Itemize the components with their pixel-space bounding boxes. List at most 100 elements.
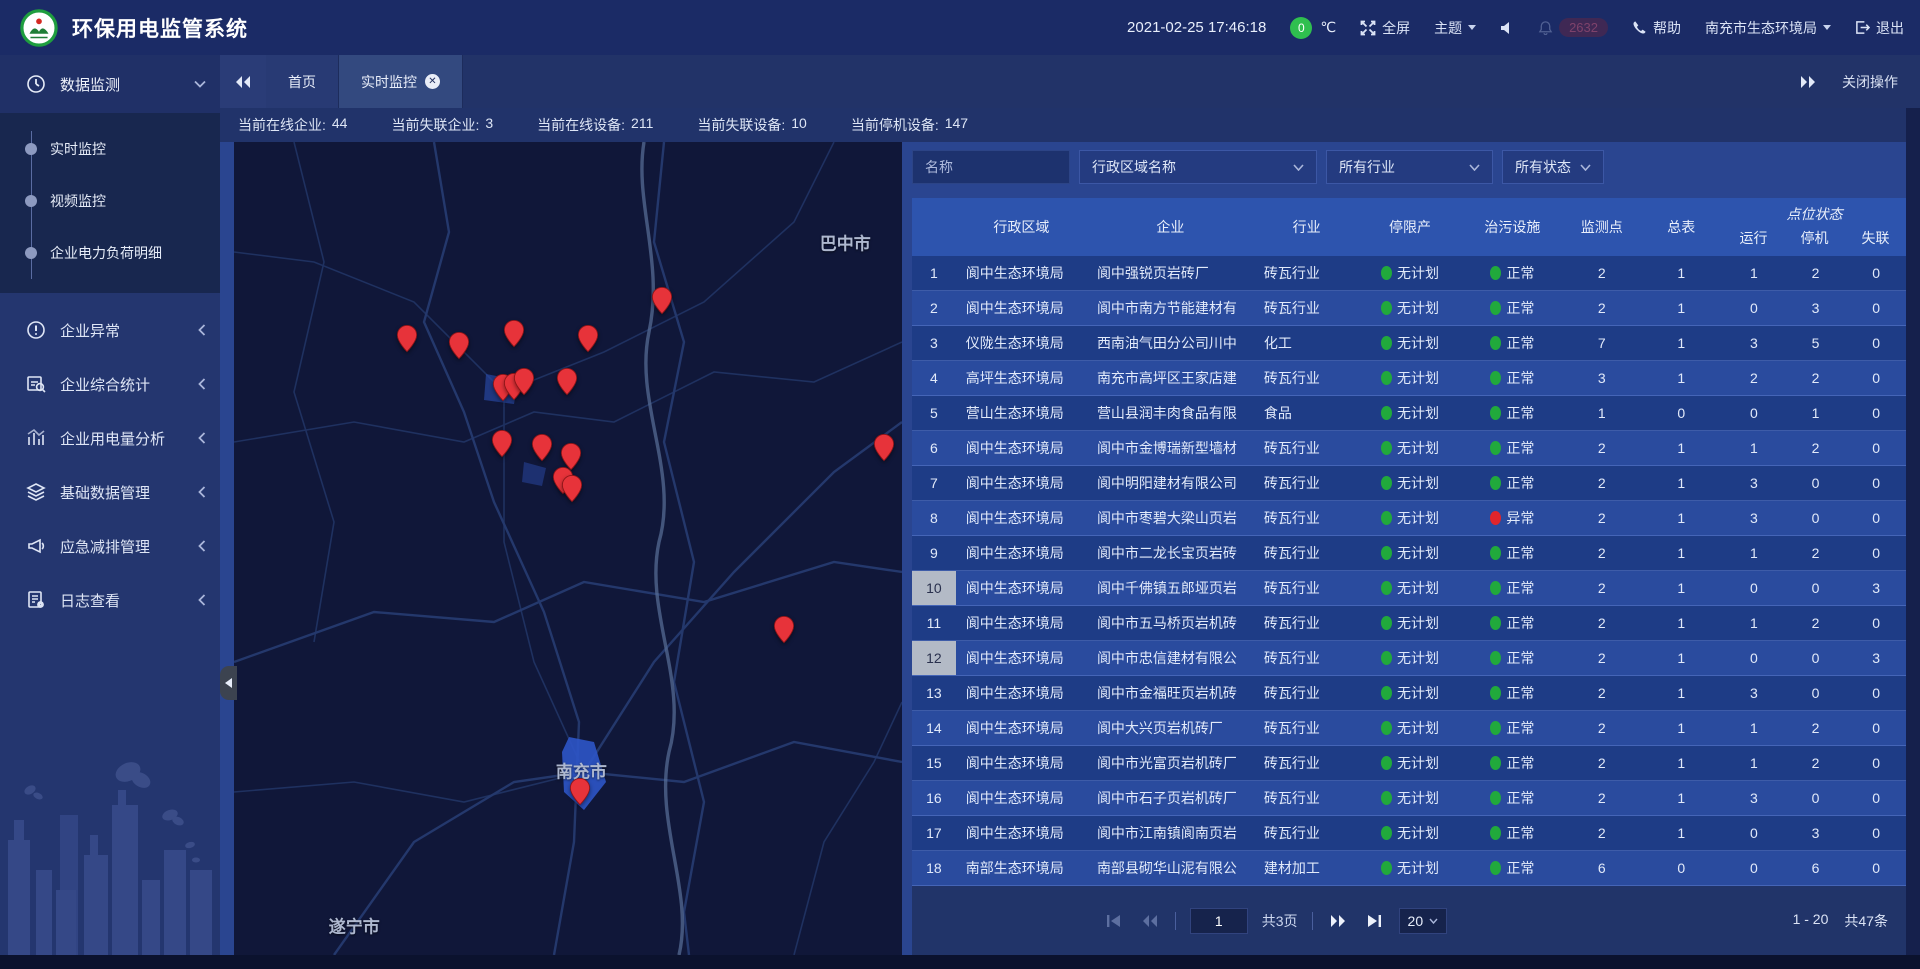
row-stop: 2 [1785, 536, 1847, 570]
chevron-down-icon [1293, 164, 1304, 171]
stat-value: 147 [945, 115, 968, 135]
close-icon[interactable]: ✕ [425, 74, 440, 89]
mute-button[interactable] [1500, 21, 1514, 35]
fullscreen-icon [1360, 20, 1376, 36]
map-pin[interactable] [873, 433, 894, 462]
map-pin[interactable] [652, 286, 673, 315]
row-stop: 0 [1785, 781, 1847, 815]
table-row[interactable]: 14 阆中生态环境局 阆中大兴页岩机砖厂 砖瓦行业 无计划 正常 2 1 1 2… [912, 711, 1906, 746]
table-row[interactable]: 11 阆中生态环境局 阆中市五马桥页岩机砖 砖瓦行业 无计划 正常 2 1 1 … [912, 606, 1906, 641]
map-pin[interactable] [503, 319, 524, 348]
map-pin[interactable] [557, 367, 578, 396]
map-pin[interactable] [570, 777, 591, 806]
help-button[interactable]: 帮助 [1632, 18, 1681, 38]
sidebar-item-emergency-reduction[interactable]: 应急减排管理 [0, 519, 220, 573]
row-company: 阆中市金博瑞新型墙材 [1087, 431, 1254, 465]
close-operations-button[interactable]: 关闭操作 [1842, 72, 1898, 92]
table-row[interactable]: 5 营山生态环境局 营山县润丰肉食品有限 食品 无计划 正常 1 0 0 1 0 [912, 396, 1906, 431]
bell-icon [1538, 20, 1553, 35]
sidebar-menu-list: 企业异常 企业综合统计 企业用电量分析 基础数据管理 应急减排管理 [0, 293, 220, 627]
page-title: 环保用电监管系统 [72, 13, 248, 43]
sidebar-subitem[interactable]: 实时监控 [0, 123, 220, 175]
tabbar-right-actions: 关闭操作 [1800, 55, 1920, 108]
point-status-group-title: 点位状态 [1723, 204, 1906, 224]
map-pin[interactable] [397, 324, 418, 353]
table-row[interactable]: 12 阆中生态环境局 阆中市忠信建材有限公 砖瓦行业 无计划 正常 2 1 0 … [912, 641, 1906, 676]
row-meters: 1 [1640, 466, 1723, 500]
sidebar-subitem[interactable]: 企业电力负荷明细 [0, 227, 220, 279]
map-pin-icon [578, 324, 599, 353]
double-chevron-right-icon[interactable] [1800, 76, 1816, 88]
row-points: 6 [1564, 851, 1640, 885]
table-row[interactable]: 9 阆中生态环境局 阆中市二龙长宝页岩砖 砖瓦行业 无计划 正常 2 1 1 2… [912, 536, 1906, 571]
table-row[interactable]: 6 阆中生态环境局 阆中市金博瑞新型墙材 砖瓦行业 无计划 正常 2 1 1 2… [912, 431, 1906, 466]
sidebar-item-data-monitoring[interactable]: 数据监测 [0, 55, 220, 113]
facility-dot [1490, 371, 1501, 385]
row-facility-status: 正常 [1461, 746, 1564, 780]
row-stop: 0 [1785, 676, 1847, 710]
facility-dot [1490, 336, 1501, 350]
page-size-select[interactable]: 20 [1399, 908, 1448, 934]
table-row[interactable]: 10 阆中生态环境局 阆中千佛镇五郎垭页岩 砖瓦行业 无计划 正常 2 1 0 … [912, 571, 1906, 606]
logout-button[interactable]: 退出 [1855, 18, 1904, 38]
sidebar-collapse-handle[interactable] [220, 666, 237, 700]
table-row[interactable]: 16 阆中生态环境局 阆中市石子页岩机砖厂 砖瓦行业 无计划 正常 2 1 3 … [912, 781, 1906, 816]
chevron-left-icon [198, 324, 206, 336]
row-facility-status: 正常 [1461, 326, 1564, 360]
table-row[interactable]: 17 阆中生态环境局 阆中市江南镇阆南页岩 砖瓦行业 无计划 正常 2 1 0 … [912, 816, 1906, 851]
table-row[interactable]: 3 仪陇生态环境局 西南油气田分公司川中 化工 无计划 正常 7 1 3 5 0 [912, 326, 1906, 361]
page-number-input[interactable] [1190, 908, 1248, 934]
first-page-icon [1107, 915, 1121, 927]
sidebar-item-company-abnormal[interactable]: 企业异常 [0, 303, 220, 357]
tab-home[interactable]: 首页 [266, 55, 339, 108]
map-pin[interactable] [491, 429, 512, 458]
prev-page-button[interactable] [1139, 910, 1161, 932]
map-pin[interactable] [562, 474, 583, 503]
map-pin[interactable] [449, 331, 470, 360]
industry-filter-select[interactable]: 所有行业 [1326, 150, 1493, 184]
fullscreen-button[interactable]: 全屏 [1360, 18, 1410, 38]
next-page-button[interactable] [1327, 910, 1349, 932]
map-pin[interactable] [513, 367, 534, 396]
last-page-button[interactable] [1363, 910, 1385, 932]
row-lost: 0 [1846, 676, 1906, 710]
table-row[interactable]: 7 阆中生态环境局 阆中明阳建材有限公司 砖瓦行业 无计划 正常 2 1 3 0… [912, 466, 1906, 501]
map-pin[interactable] [578, 324, 599, 353]
table-row[interactable]: 2 阆中生态环境局 阆中市南方节能建材有 砖瓦行业 无计划 正常 2 1 0 3… [912, 291, 1906, 326]
limit-dot [1381, 616, 1392, 630]
table-row[interactable]: 15 阆中生态环境局 阆中市光富页岩机砖厂 砖瓦行业 无计划 正常 2 1 1 … [912, 746, 1906, 781]
sidebar-item-base-data[interactable]: 基础数据管理 [0, 465, 220, 519]
range-label: 1 - 20 [1793, 911, 1829, 931]
region-filter-select[interactable]: 行政区域名称 [1079, 150, 1317, 184]
row-stop: 3 [1785, 291, 1847, 325]
row-industry: 砖瓦行业 [1254, 501, 1359, 535]
table-row[interactable]: 18 南部生态环境局 南部县砌华山泥有限公 建材加工 无计划 正常 6 0 0 … [912, 851, 1906, 886]
sidebar-item-power-analysis[interactable]: 企业用电量分析 [0, 411, 220, 465]
name-filter-input[interactable] [912, 150, 1070, 184]
map-pin[interactable] [531, 433, 552, 462]
row-facility-status: 正常 [1461, 641, 1564, 675]
col-header-company: 企业 [1087, 198, 1254, 256]
first-page-button[interactable] [1103, 910, 1125, 932]
org-dropdown[interactable]: 南充市生态环境局 [1705, 18, 1831, 38]
map-panel[interactable]: 巴中市 南充市 遂宁市 [234, 142, 902, 955]
sidebar-item-log-view[interactable]: 日志查看 [0, 573, 220, 627]
sidebar-subitem[interactable]: 视频监控 [0, 175, 220, 227]
row-limit-status: 无计划 [1359, 676, 1460, 710]
row-meters: 1 [1640, 676, 1723, 710]
theme-dropdown[interactable]: 主题 [1434, 18, 1476, 38]
tabs-scroll-left-button[interactable] [220, 55, 266, 108]
table-row[interactable]: 8 阆中生态环境局 阆中市枣碧大梁山页岩 砖瓦行业 无计划 异常 2 1 3 0… [912, 501, 1906, 536]
map-pin[interactable] [773, 615, 794, 644]
status-filter-select[interactable]: 所有状态 [1502, 150, 1604, 184]
table-row[interactable]: 13 阆中生态环境局 阆中市金福旺页岩机砖 砖瓦行业 无计划 正常 2 1 3 … [912, 676, 1906, 711]
table-row[interactable]: 4 高坪生态环境局 南充市高坪区王家店建 砖瓦行业 无计划 正常 3 1 2 2… [912, 361, 1906, 396]
row-points: 7 [1564, 326, 1640, 360]
row-points: 2 [1564, 431, 1640, 465]
row-facility-status: 正常 [1461, 431, 1564, 465]
table-row[interactable]: 1 阆中生态环境局 阆中强锐页岩砖厂 砖瓦行业 无计划 正常 2 1 1 2 0 [912, 256, 1906, 291]
tab-realtime-monitoring[interactable]: 实时监控 ✕ [339, 55, 463, 108]
row-run: 1 [1723, 711, 1785, 745]
notifications-button[interactable]: 2632 [1538, 18, 1608, 37]
sidebar-item-company-statistics[interactable]: 企业综合统计 [0, 357, 220, 411]
